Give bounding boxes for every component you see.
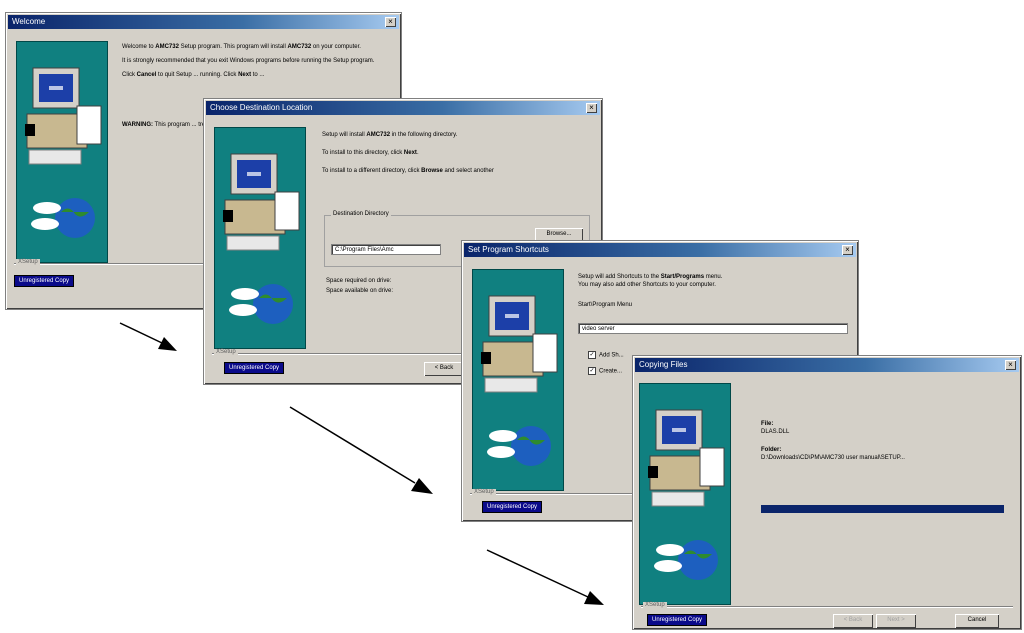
computer-globe-illustration	[223, 153, 300, 324]
destination-next-hint: To install to this directory, click Next…	[322, 150, 419, 156]
folder-label: Folder:	[761, 447, 782, 453]
close-icon[interactable]: ×	[385, 17, 396, 27]
copying-body: File: DLAS.DLL Folder: D:\Downloads\CD\P…	[761, 420, 1011, 462]
checkbox-checked-icon: ✓	[588, 351, 596, 359]
start-menu-field[interactable]: video server	[578, 323, 848, 334]
add-shortcut-label: Add Sh...	[599, 352, 624, 359]
unregistered-copy-badge: Unregistered Copy	[14, 275, 75, 287]
computer-globe-illustration	[648, 409, 725, 580]
shortcut-intro: Setup will add Shortcuts to the Start/Pr…	[578, 274, 723, 280]
unregistered-copy-badge: Unregistered Copy	[482, 501, 543, 513]
setup-artwork-panel	[16, 41, 108, 263]
destination-path-field[interactable]: C:\Program Files\Amc	[331, 244, 441, 255]
create-shortcut-label: Create...	[599, 368, 623, 375]
destination-titlebar[interactable]: Choose Destination Location ×	[206, 101, 600, 115]
shortcut-titlebar[interactable]: Set Program Shortcuts ×	[464, 243, 856, 257]
welcome-recommendation: It is strongly recommended that you exit…	[122, 58, 375, 64]
cancel-button[interactable]: Cancel	[955, 614, 999, 628]
setup-artwork-panel	[214, 127, 306, 349]
destination-directory-legend: Destination Directory	[331, 211, 391, 217]
destination-title: Choose Destination Location	[210, 103, 313, 112]
setup-artwork-panel	[472, 269, 564, 491]
welcome-intro: Welcome to AMC732 Setup program. This pr…	[122, 44, 361, 50]
checkbox-checked-icon: ✓	[588, 367, 596, 375]
flow-arrow-2	[289, 406, 433, 494]
start-menu-label: Start\Program Menu	[578, 302, 633, 308]
create-shortcut-checkbox[interactable]: ✓ Create...	[588, 367, 622, 376]
computer-globe-illustration	[481, 295, 558, 466]
shortcut-body: Setup will add Shortcuts to the Start/Pr…	[578, 273, 848, 309]
unregistered-copy-badge: Unregistered Copy	[647, 614, 708, 626]
destination-browse-hint: To install to a different directory, cli…	[322, 168, 494, 174]
close-icon[interactable]: ×	[586, 103, 597, 113]
welcome-titlebar[interactable]: Welcome ×	[8, 15, 399, 29]
back-button[interactable]: < Back	[424, 362, 464, 376]
copy-progress-track	[761, 505, 1004, 513]
computer-globe-illustration	[25, 67, 102, 238]
file-label: File:	[761, 421, 774, 427]
add-shortcut-checkbox[interactable]: ✓ Add Sh...	[588, 351, 624, 360]
welcome-title: Welcome	[12, 17, 46, 26]
setup-divider	[641, 606, 1013, 608]
destination-body: Setup will install AMC732 in the followi…	[322, 131, 592, 181]
shortcut-extra-hint: You may also add other Shortcuts to your…	[578, 282, 716, 288]
shortcut-title: Set Program Shortcuts	[468, 245, 549, 254]
welcome-instructions: Click Cancel to quit Setup ... running. …	[122, 72, 265, 78]
setup-label: XSetup	[643, 602, 667, 608]
close-icon[interactable]: ×	[1005, 360, 1016, 370]
back-button[interactable]: < Back	[833, 614, 873, 628]
folder-value: D:\Downloads\CD\PM\AMC730 user manual\SE…	[761, 455, 905, 461]
copying-titlebar[interactable]: Copying Files ×	[635, 358, 1019, 372]
destination-intro: Setup will install AMC732 in the followi…	[322, 132, 458, 138]
unregistered-copy-badge: Unregistered Copy	[224, 362, 285, 374]
file-value: DLAS.DLL	[761, 429, 790, 435]
setup-label: XSetup	[472, 489, 496, 495]
copying-window: Copying Files × File: DLAS.DLL Folder: D…	[632, 355, 1022, 630]
copying-title: Copying Files	[639, 360, 688, 369]
setup-label: XSetup	[214, 349, 238, 355]
flow-arrow-1	[119, 322, 177, 351]
flow-arrow-3	[486, 549, 604, 605]
copy-progress-bar	[761, 505, 1004, 513]
setup-artwork-panel	[639, 383, 731, 605]
close-icon[interactable]: ×	[842, 245, 853, 255]
next-button[interactable]: Next >	[876, 614, 916, 628]
setup-label: XSetup	[16, 259, 40, 265]
